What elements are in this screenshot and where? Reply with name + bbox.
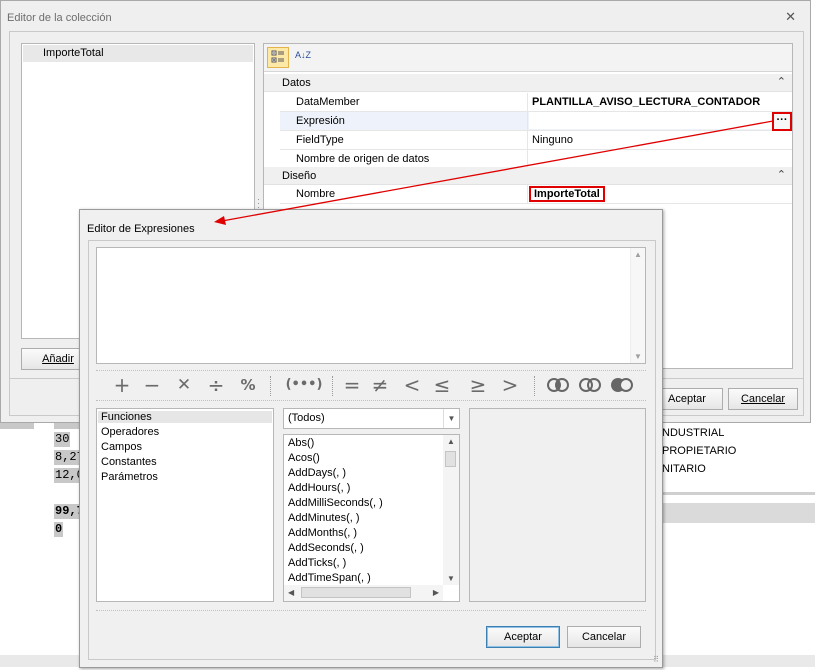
annotation-arrow: [214, 120, 774, 225]
